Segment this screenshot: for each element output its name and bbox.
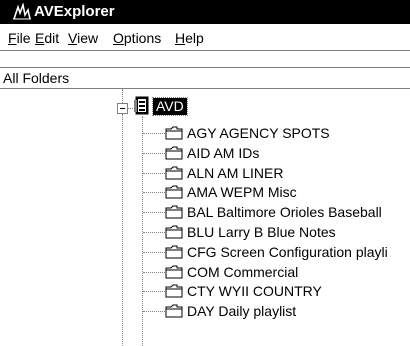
tree-guide-line <box>143 291 165 292</box>
tree-guide-line <box>143 252 165 253</box>
tree-folder-ama[interactable]: AMA WEPM Misc <box>187 184 297 200</box>
menu-file[interactable]: File <box>8 30 31 46</box>
menu-edit[interactable]: Edit <box>35 30 59 46</box>
folder-icon <box>165 166 183 180</box>
title-bar[interactable]: AVExplorer <box>0 0 410 24</box>
menu-bar: File Edit View Options Help <box>0 24 410 51</box>
tree-folder-bal[interactable]: BAL Baltimore Orioles Baseball <box>187 204 382 220</box>
folder-icon <box>165 126 183 140</box>
folder-icon <box>165 225 183 239</box>
tree-folder-agy[interactable]: AGY AGENCY SPOTS <box>187 125 330 141</box>
tree-guide-line <box>143 173 165 174</box>
folder-icon <box>165 185 183 199</box>
folder-icon <box>165 265 183 279</box>
tree-folder-blu[interactable]: BLU Larry B Blue Notes <box>187 224 336 240</box>
tree-folder-cty[interactable]: CTY WYII COUNTRY <box>187 283 322 299</box>
tree-root-avd[interactable]: AVD <box>152 97 188 116</box>
folder-icon <box>165 146 183 160</box>
media-database-icon[interactable] <box>133 96 151 116</box>
menu-help[interactable]: Help <box>175 30 204 46</box>
tree-folder-com[interactable]: COM Commercial <box>187 264 298 280</box>
tree-guide-line <box>143 153 165 154</box>
folder-icon <box>165 205 183 219</box>
tree-guide-line <box>143 311 165 312</box>
tree-guide-line <box>143 133 165 134</box>
window-title: AVExplorer <box>34 3 115 20</box>
menu-view[interactable]: View <box>68 30 98 46</box>
all-folders-header: All Folders <box>0 67 410 89</box>
tree-guide-line <box>122 89 123 103</box>
tree-guide-line <box>143 232 165 233</box>
tree-folder-aid[interactable]: AID AM IDs <box>187 145 259 161</box>
folder-icon <box>165 245 183 259</box>
app-icon <box>13 3 31 20</box>
tree-folder-aln[interactable]: ALN AM LINER <box>187 165 283 181</box>
pane-header-label: All Folders <box>3 70 70 86</box>
collapse-toggle-icon[interactable] <box>117 103 128 114</box>
tree-folder-day[interactable]: DAY Daily playlist <box>187 303 296 319</box>
menu-options[interactable]: Options <box>113 30 161 46</box>
folder-icon <box>165 304 183 318</box>
folder-icon <box>165 284 183 298</box>
tree-guide-line <box>143 192 165 193</box>
tree-folder-cfg[interactable]: CFG Screen Configuration playli <box>187 244 388 260</box>
tree-guide-line <box>122 114 123 346</box>
tree-guide-line <box>143 212 165 213</box>
tree-guide-line <box>143 272 165 273</box>
